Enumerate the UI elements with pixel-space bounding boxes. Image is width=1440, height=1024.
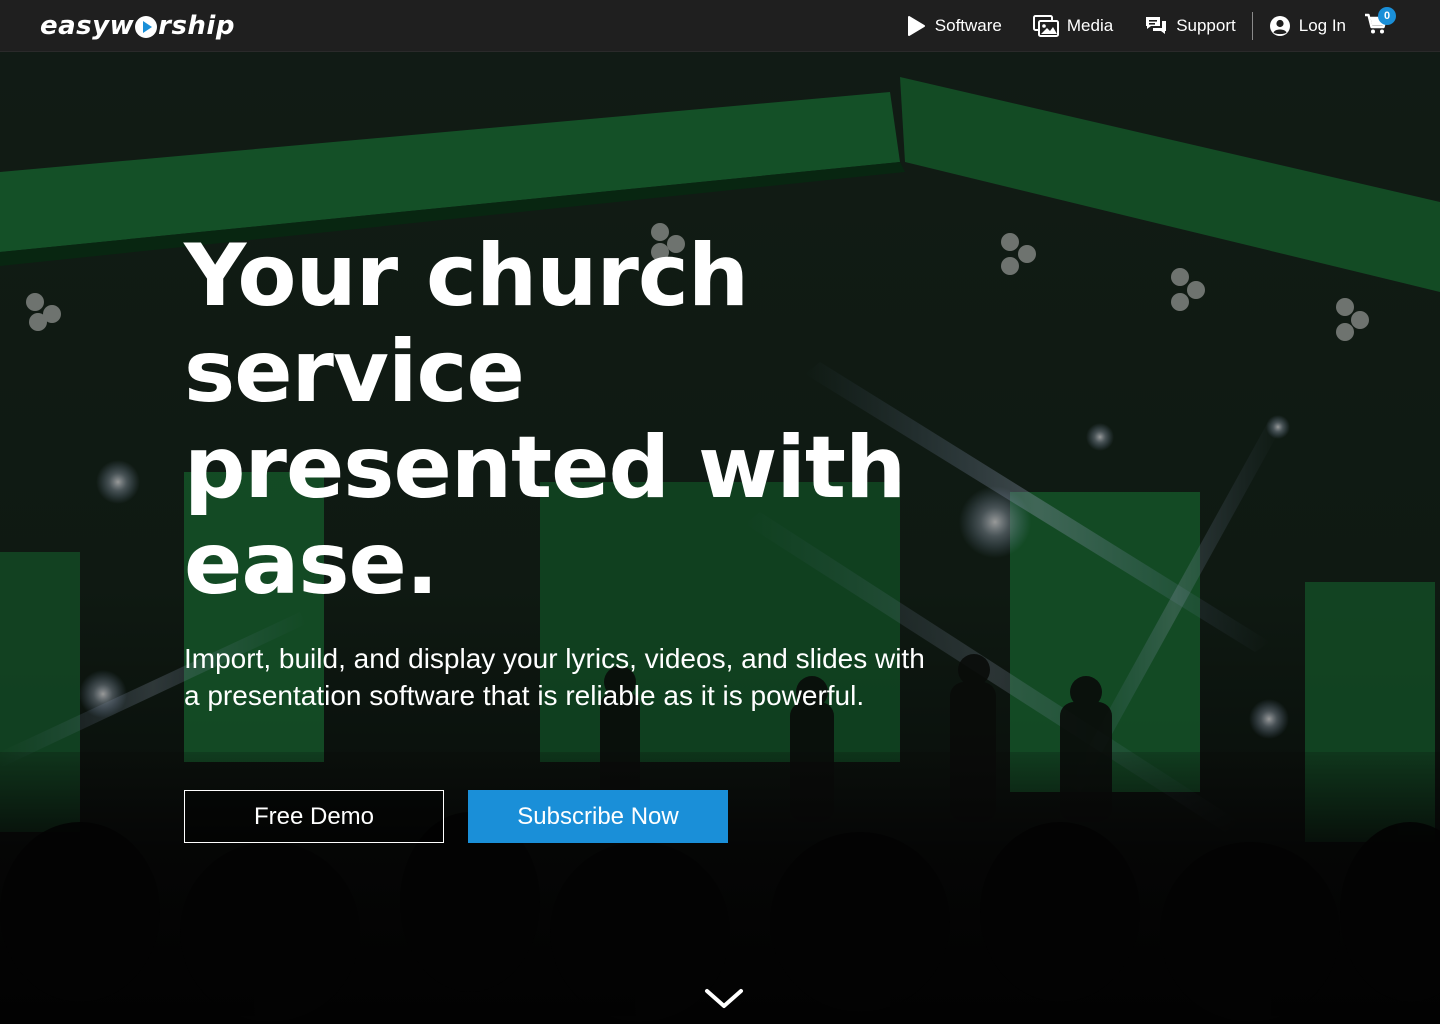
nav-item-software[interactable]: Software [905,0,1002,52]
login-label: Log In [1298,16,1346,35]
nav-item-label: Media [1066,16,1114,35]
nav-item-support[interactable]: Support [1144,0,1236,52]
top-navigation-bar: easyw rship Software Media Support Log I… [0,0,1440,52]
chevron-down-icon [705,989,743,1008]
user-circle-icon [1269,15,1291,37]
scroll-down-button[interactable] [704,984,744,1014]
logo-text-start: easyw [40,11,135,41]
logo-play-icon [135,16,158,38]
nav-divider [1251,12,1253,40]
logo-text-end: rship [158,11,235,41]
cart-button[interactable]: 0 [1364,0,1396,52]
images-icon [1032,15,1059,37]
cart-count-badge: 0 [1378,7,1396,25]
hero-section: Your church service presented with ease.… [0,52,1440,1024]
main-navigation: Software Media Support Log In 0 [905,0,1396,52]
nav-item-label: Support [1176,16,1236,35]
free-demo-button[interactable]: Free Demo [184,790,444,843]
chat-icon [1144,15,1168,37]
subscribe-now-button[interactable]: Subscribe Now [468,790,728,843]
easyworship-logo[interactable]: easyw rship [40,10,235,42]
nav-item-label: Software [934,16,1002,35]
hero-headline: Your church service presented with ease. [184,226,906,614]
play-icon [905,15,927,37]
login-link[interactable]: Log In [1269,0,1346,52]
nav-item-media[interactable]: Media [1032,0,1114,52]
hero-subtext: Import, build, and display your lyrics, … [184,643,925,711]
